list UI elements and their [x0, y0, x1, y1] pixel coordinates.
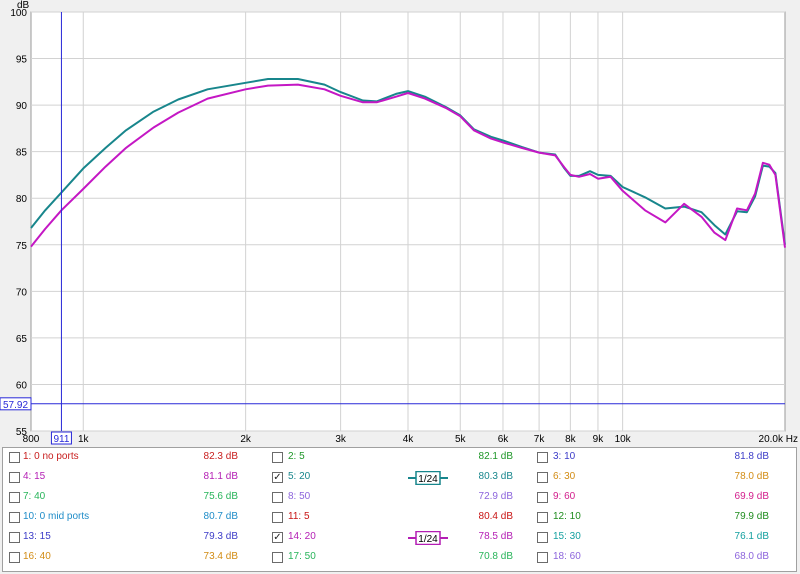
trace-value: 79.9 dB [734, 511, 769, 522]
trace-label[interactable]: 14: 20 [288, 531, 316, 542]
x-tick-label: 20.0k Hz [759, 434, 798, 445]
trace-value: 82.1 dB [478, 451, 513, 462]
smoothing-badge[interactable]: 1/24 [408, 471, 448, 485]
trace-checkbox[interactable] [537, 472, 548, 483]
trace-label[interactable]: 9: 60 [553, 491, 575, 502]
trace-label[interactable]: 15: 30 [553, 531, 581, 542]
trace-label[interactable]: 3: 10 [553, 451, 575, 462]
legend-row: 10: 0 mid ports 80.7 dB 11: 5 80.4 dB 12: 10… [3, 508, 796, 528]
trace-value: 81.8 dB [734, 451, 769, 462]
trace-checkbox[interactable] [537, 552, 548, 563]
smoothing-badge[interactable]: 1/24 [408, 531, 448, 545]
legend-row: 7: 40 75.6 dB 8: 50 72.9 dB 9: 60 69.9 dB [3, 488, 796, 508]
trace-legend-panel: 1: 0 no ports 82.3 dB 2: 5 82.1 dB 3: 10 81.8… [2, 447, 797, 572]
legend-row: 4: 15 81.1 dB ✓ 5: 20 80.3 dB 1/24 6: 30 78.0 d… [3, 468, 796, 488]
trace-value: 69.9 dB [734, 491, 769, 502]
trace-checkbox[interactable] [537, 512, 548, 523]
y-tick-label: 70 [16, 287, 28, 298]
x-start-label: 800 [23, 434, 40, 445]
trace-label[interactable]: 11: 5 [288, 511, 310, 522]
trace-label[interactable]: 7: 40 [23, 491, 45, 502]
x-tick-label: 7k [534, 434, 546, 445]
cursor-y-readout: 57.92 [3, 400, 28, 411]
trace-value: 80.3 dB [478, 471, 513, 482]
trace-checkbox[interactable]: ✓ [272, 532, 283, 543]
y-axis-label: dB [17, 0, 30, 11]
x-tick-label: 10k [615, 434, 632, 445]
trace-value: 73.4 dB [203, 551, 238, 562]
y-tick-label: 80 [16, 194, 28, 205]
trace-checkbox[interactable] [9, 492, 20, 503]
trace-value: 82.3 dB [203, 451, 238, 462]
trace-label[interactable]: 2: 5 [288, 451, 305, 462]
trace-value: 78.5 dB [478, 531, 513, 542]
cursor-x-readout: 911 [53, 434, 69, 445]
y-tick-label: 95 [16, 55, 28, 66]
trace-value: 78.0 dB [734, 471, 769, 482]
legend-row: 13: 15 79.3 dB ✓ 14: 20 78.5 dB 1/24 15: 30 76.… [3, 528, 796, 548]
trace-label[interactable]: 16: 40 [23, 551, 51, 562]
trace-label[interactable]: 13: 15 [23, 531, 51, 542]
trace-checkbox[interactable] [537, 492, 548, 503]
smoothing-label: 1/24 [418, 474, 438, 485]
trace-label[interactable]: 12: 10 [553, 511, 581, 522]
x-tick-label: 4k [403, 434, 415, 445]
trace-value: 80.4 dB [478, 511, 513, 522]
trace-value: 70.8 dB [478, 551, 513, 562]
trace-label[interactable]: 1: 0 no ports [23, 451, 79, 462]
x-tick-label: 8k [565, 434, 577, 445]
trace-value: 80.7 dB [203, 511, 238, 522]
trace-checkbox[interactable] [272, 492, 283, 503]
trace-label[interactable]: 4: 15 [23, 471, 45, 482]
x-tick-labels: 1k 2k 3k 4k 5k 6k 7k 8k 9k 10k 20.0k Hz 800 [23, 434, 798, 445]
legend-row: 1: 0 no ports 82.3 dB 2: 5 82.1 dB 3: 10 81.8… [3, 448, 796, 468]
trace-checkbox[interactable] [272, 552, 283, 563]
trace-checkbox[interactable] [9, 552, 20, 563]
y-tick-label: 85 [16, 148, 28, 159]
trace-value: 72.9 dB [478, 491, 513, 502]
x-tick-label: 9k [593, 434, 605, 445]
trace-checkbox[interactable]: ✓ [272, 472, 283, 483]
trace-label[interactable]: 8: 50 [288, 491, 310, 502]
trace-label[interactable]: 10: 0 mid ports [23, 511, 89, 522]
x-tick-label: 3k [335, 434, 347, 445]
y-tick-label: 60 [16, 380, 28, 391]
trace-value: 75.6 dB [203, 491, 238, 502]
x-tick-label: 2k [240, 434, 252, 445]
legend-row: 16: 40 73.4 dB 17: 50 70.8 dB 18: 60 68.0 dB [3, 548, 796, 568]
trace-checkbox[interactable] [272, 512, 283, 523]
x-tick-label: 1k [78, 434, 90, 445]
y-tick-label: 65 [16, 334, 28, 345]
trace-value: 76.1 dB [734, 531, 769, 542]
y-tick-label: 75 [16, 241, 28, 252]
trace-value: 79.3 dB [203, 531, 238, 542]
trace-label[interactable]: 17: 50 [288, 551, 316, 562]
trace-value: 68.0 dB [734, 551, 769, 562]
trace-checkbox[interactable] [9, 512, 20, 523]
trace-checkbox[interactable] [537, 452, 548, 463]
y-tick-labels: 556065707580859095100 [10, 8, 27, 438]
trace-value: 81.1 dB [203, 471, 238, 482]
smoothing-label: 1/24 [418, 534, 438, 545]
trace-label[interactable]: 5: 20 [288, 471, 310, 482]
y-tick-label: 90 [16, 101, 28, 112]
frequency-response-plot[interactable]: 556065707580859095100 1k 2k 3k 4k 5k 6k 7k 8k 9k… [0, 0, 800, 446]
trace-checkbox[interactable] [537, 532, 548, 543]
x-tick-label: 6k [498, 434, 510, 445]
trace-checkbox[interactable] [9, 452, 20, 463]
trace-checkbox[interactable] [9, 472, 20, 483]
trace-checkbox[interactable] [9, 532, 20, 543]
x-tick-label: 5k [455, 434, 467, 445]
trace-checkbox[interactable] [272, 452, 283, 463]
trace-label[interactable]: 6: 30 [553, 471, 575, 482]
trace-label[interactable]: 18: 60 [553, 551, 581, 562]
